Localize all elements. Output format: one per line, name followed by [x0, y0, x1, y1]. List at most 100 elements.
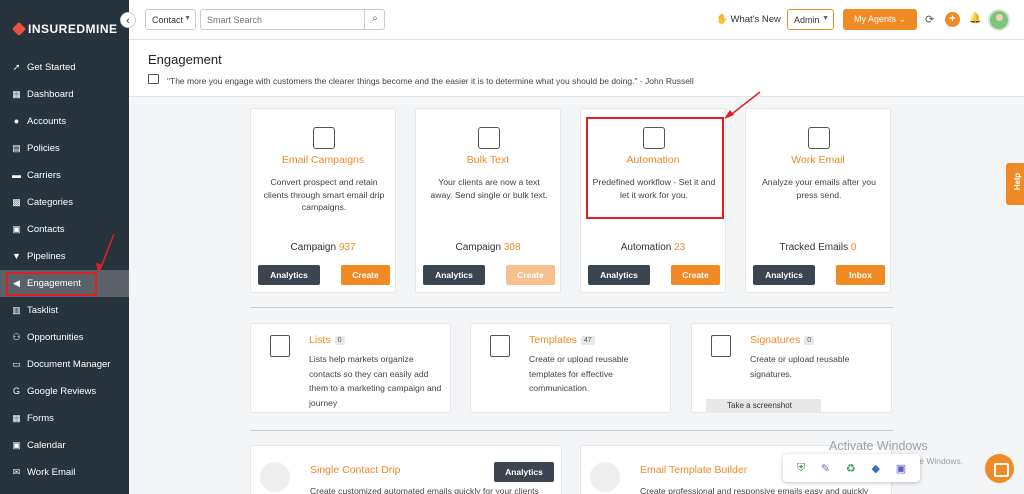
role-select[interactable]: Admin ▼: [787, 9, 834, 30]
tasklist-icon: ▥: [12, 305, 21, 315]
card-stat: Tracked Emails 0: [779, 242, 857, 253]
security-icon[interactable]: ◆: [871, 462, 879, 475]
folder-icon: ▭: [12, 359, 21, 369]
help-tab[interactable]: Help: [1006, 163, 1024, 205]
section-divider: [250, 430, 893, 431]
email-campaign-icon: [313, 127, 335, 149]
signature-icon: [711, 335, 731, 357]
create-button[interactable]: Create: [506, 265, 555, 285]
recycle-icon[interactable]: ♻: [846, 462, 856, 475]
bell-icon[interactable]: 🔔: [969, 13, 981, 24]
quote-envelope-icon: [148, 74, 159, 84]
card-description: Analyze your emails after you press send…: [762, 177, 876, 200]
analytics-button[interactable]: Analytics: [588, 265, 650, 285]
inbox-button[interactable]: Inbox: [836, 265, 885, 285]
card-title[interactable]: Work Email: [746, 154, 890, 166]
sidebar-item-tasklist[interactable]: ▥ Tasklist: [0, 297, 129, 324]
sidebar-item-dashboard[interactable]: ▦ Dashboard: [0, 81, 129, 108]
chat-launcher-button[interactable]: [985, 454, 1014, 483]
section-divider: [250, 307, 893, 308]
teams-icon[interactable]: ▣: [896, 462, 906, 475]
contacts-icon: ▣: [12, 224, 21, 234]
plus-icon[interactable]: +: [945, 12, 960, 27]
truck-icon: ▬: [12, 170, 21, 180]
topbar: Contact ▼ ⌕ ✋ What's New Admin ▼ My Agen…: [129, 0, 1024, 40]
card-title[interactable]: Email Template Builder: [640, 464, 747, 476]
annotation-arrow: [96, 233, 115, 273]
card-single-contact-drip: Single Contact Drip Create customized au…: [250, 445, 562, 494]
card-stat: Campaign 308: [455, 242, 521, 253]
entity-select[interactable]: Contact ▼: [145, 9, 196, 30]
highlight-box: [6, 272, 97, 296]
pen-icon[interactable]: ✎: [821, 462, 830, 475]
card-work-email: Work Email Analyze your emails after you…: [745, 108, 891, 293]
sidebar-item-policies[interactable]: ▤ Policies: [0, 135, 129, 162]
whats-new-link[interactable]: ✋ What's New: [716, 14, 781, 25]
search-icon[interactable]: ⌕: [364, 9, 385, 30]
card-email-campaigns: Email Campaigns Convert prospect and ret…: [250, 108, 396, 293]
rocket-icon: ➚: [12, 62, 21, 72]
card-title[interactable]: Single Contact Drip: [310, 464, 400, 476]
card-stat: Automation 23: [620, 242, 686, 253]
feature-description: Create or upload reusable signatures.: [750, 354, 850, 379]
feature-title[interactable]: Lists 0: [309, 334, 345, 346]
feature-title[interactable]: Signatures 0: [750, 334, 815, 346]
mail-icon: ✉: [12, 467, 21, 477]
screenshot-tooltip: Take a screenshot: [706, 399, 821, 413]
system-tray: ⛨ ✎ ♻ ◆ ▣: [783, 454, 920, 482]
annotation-arrow: [724, 91, 761, 119]
sidebar-item-calendar[interactable]: ▣ Calendar: [0, 432, 129, 459]
sidebar-item-work-email[interactable]: ✉ Work Email: [0, 459, 129, 486]
document-icon: ▤: [12, 143, 21, 153]
feature-title[interactable]: Templates 47: [529, 334, 595, 346]
card-title[interactable]: Bulk Text: [416, 154, 560, 166]
chat-bubble-icon: [478, 127, 500, 149]
feature-description: Create or upload reusable templates for …: [529, 354, 629, 393]
count-badge: 47: [580, 335, 595, 345]
checklist-icon: [270, 335, 290, 357]
calendar-icon: ▣: [12, 440, 21, 450]
refresh-icon[interactable]: ⟳: [925, 13, 934, 26]
sidebar-item-accounts[interactable]: ● Accounts: [0, 108, 129, 135]
page-title: Engagement: [148, 52, 222, 67]
create-button[interactable]: Create: [341, 265, 390, 285]
avatar[interactable]: [988, 9, 1010, 31]
analytics-button[interactable]: Analytics: [494, 462, 554, 482]
sidebar-item-document-manager[interactable]: ▭ Document Manager: [0, 351, 129, 378]
sidebar-item-google-reviews[interactable]: G Google Reviews: [0, 378, 129, 405]
sidebar-item-engagement[interactable]: ◀ Engagement: [0, 270, 129, 297]
feature-description: Lists help markets organize contacts so …: [309, 354, 442, 408]
brand-name: INSUREDMINE: [28, 22, 118, 36]
shield-icon[interactable]: ⛨: [797, 462, 805, 475]
card-description: Create customized automated emails quick…: [310, 486, 539, 494]
google-icon: G: [12, 386, 20, 396]
analytics-button[interactable]: Analytics: [258, 265, 320, 285]
chevron-down-icon: ▼: [184, 15, 191, 22]
categories-icon: ▩: [12, 197, 21, 207]
analytics-button[interactable]: Analytics: [423, 265, 485, 285]
smart-search-input[interactable]: [200, 9, 385, 30]
quote-text: "The more you engage with customers the …: [167, 76, 694, 86]
count-badge: 0: [804, 335, 815, 345]
dashboard-icon: ▦: [12, 89, 21, 99]
my-agents-button[interactable]: My Agents ⌄: [843, 9, 917, 30]
filter-icon: ▼: [12, 251, 21, 261]
chevron-down-icon: ⌄: [898, 14, 907, 24]
sidebar-item-categories[interactable]: ▩ Categories: [0, 189, 129, 216]
sidebar-item-get-started[interactable]: ➚ Get Started: [0, 54, 129, 81]
page-header: Engagement "The more you engage with cus…: [129, 40, 1024, 97]
sidebar-item-forms[interactable]: ▦ Forms: [0, 405, 129, 432]
opportunities-icon: ⚇: [12, 332, 21, 342]
create-button[interactable]: Create: [671, 265, 720, 285]
count-badge: 0: [334, 335, 345, 345]
card-description: Your clients are now a text away. Send s…: [430, 177, 548, 200]
brand-logo[interactable]: INSUREDMINE: [11, 21, 118, 37]
feature-templates: Templates 47 Create or upload reusable te…: [470, 323, 671, 413]
sidebar-item-opportunities[interactable]: ⚇ Opportunities: [0, 324, 129, 351]
analytics-button[interactable]: Analytics: [753, 265, 815, 285]
card-title[interactable]: Email Campaigns: [251, 154, 395, 166]
sidebar-item-carriers[interactable]: ▬ Carriers: [0, 162, 129, 189]
card-bulk-text: Bulk Text Your clients are now a text aw…: [415, 108, 561, 293]
sidebar-collapse-button[interactable]: ‹: [120, 12, 136, 28]
card-description: Convert prospect and retain clients thro…: [263, 177, 385, 212]
